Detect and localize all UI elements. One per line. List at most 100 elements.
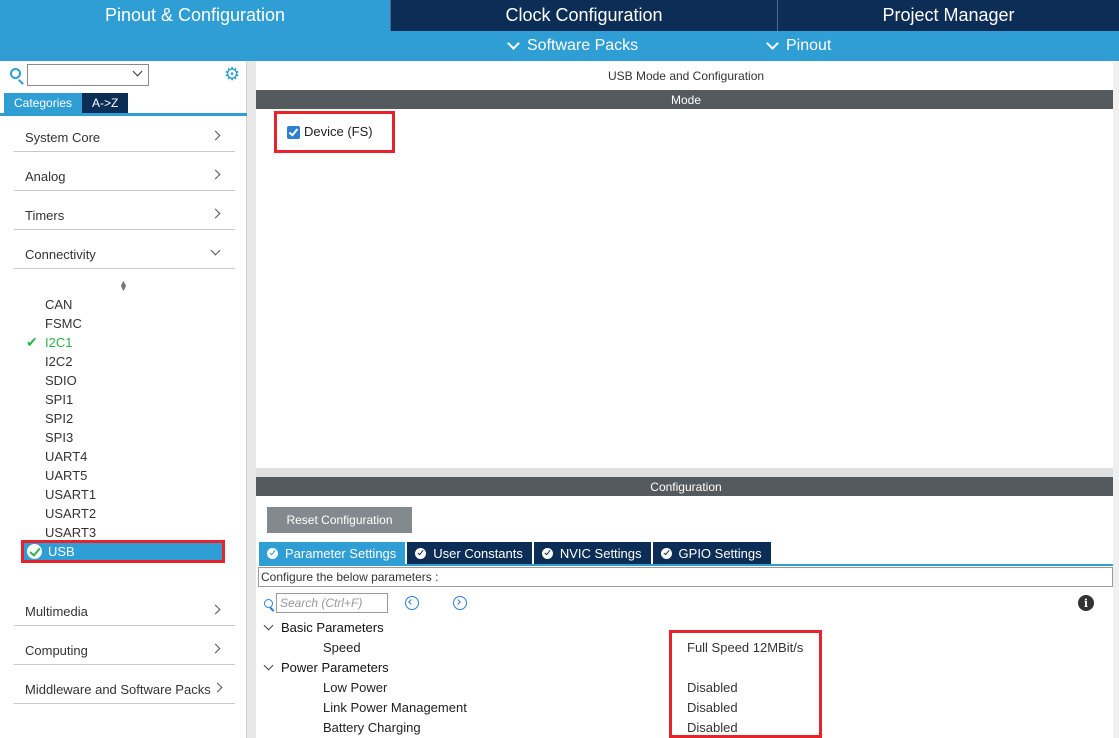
peripheral-fsmc[interactable]: FSMC xyxy=(45,316,82,331)
device-fs-highlight: Device (FS) xyxy=(274,111,395,153)
chevron-down-icon[interactable] xyxy=(263,660,274,671)
category-system-core[interactable]: System Core xyxy=(14,114,235,152)
category-label: Middleware and Software Packs xyxy=(25,682,211,697)
tab-nvic-settings[interactable]: NVIC Settings xyxy=(533,542,653,564)
sub-menu-bar: Software Packs Pinout xyxy=(0,31,1119,61)
param-speed: Speed xyxy=(323,640,361,655)
check-circle-icon xyxy=(267,547,278,559)
category-label: Computing xyxy=(25,643,88,658)
category-label: Analog xyxy=(25,169,66,184)
parameter-search-input[interactable]: Search (Ctrl+F) xyxy=(276,593,388,613)
software-packs-label: Software Packs xyxy=(527,37,639,54)
search-previous-button[interactable] xyxy=(405,596,419,610)
check-circle-icon xyxy=(27,544,42,559)
tab-gpio-settings[interactable]: GPIO Settings xyxy=(652,542,773,564)
peripheral-spi3[interactable]: SPI3 xyxy=(45,430,73,445)
tab-categories[interactable]: Categories xyxy=(4,93,83,113)
tab-label: GPIO Settings xyxy=(678,545,762,561)
category-tabs: Categories A->Z xyxy=(4,93,129,113)
search-next-button[interactable] xyxy=(453,596,467,610)
chevron-left-icon xyxy=(408,599,414,605)
configure-instructions: Configure the below parameters : xyxy=(258,567,1113,587)
chevron-right-icon xyxy=(210,169,221,180)
tab-label: NVIC Settings xyxy=(559,545,642,561)
peripheral-usb-highlight[interactable]: USB xyxy=(21,540,225,563)
mode-header: Mode xyxy=(256,90,1116,109)
peripheral-usart1[interactable]: USART1 xyxy=(45,487,96,502)
chevron-down-icon xyxy=(210,245,221,256)
peripheral-spi2[interactable]: SPI2 xyxy=(45,411,73,426)
tab-parameter-settings[interactable]: Parameter Settings xyxy=(259,542,408,564)
tab-clock-configuration[interactable]: Clock Configuration xyxy=(390,0,777,31)
chevron-down-icon[interactable] xyxy=(132,66,143,77)
reset-configuration-button[interactable]: Reset Configuration xyxy=(267,507,412,533)
peripheral-can[interactable]: CAN xyxy=(45,297,72,312)
category-connectivity[interactable]: Connectivity xyxy=(14,231,235,269)
category-label: Timers xyxy=(25,208,65,223)
category-label: Connectivity xyxy=(25,247,96,262)
chevron-right-icon xyxy=(210,208,221,219)
peripheral-i2c1[interactable]: I2C1 xyxy=(45,335,72,350)
category-computing[interactable]: Computing xyxy=(14,627,235,665)
chevron-down-icon xyxy=(766,37,779,50)
category-multimedia[interactable]: Multimedia xyxy=(14,588,235,626)
gear-icon[interactable]: ⚙ xyxy=(224,65,242,83)
tab-a-to-z[interactable]: A->Z xyxy=(82,93,129,113)
category-label: Multimedia xyxy=(25,604,88,619)
peripheral-sdio[interactable]: SDIO xyxy=(45,373,77,388)
category-label: System Core xyxy=(25,130,101,145)
peripheral-spi1[interactable]: SPI1 xyxy=(45,392,73,407)
check-icon: ✔ xyxy=(26,334,38,350)
check-circle-icon xyxy=(415,547,427,559)
search-icon xyxy=(264,599,273,608)
category-analog[interactable]: Analog xyxy=(14,153,235,191)
parameter-tabs: Parameter Settings User Constants NVIC S… xyxy=(259,542,773,564)
chevron-right-icon xyxy=(210,604,221,615)
software-packs-menu[interactable]: Software Packs xyxy=(507,31,639,61)
peripheral-i2c2[interactable]: I2C2 xyxy=(45,354,72,369)
chevron-right-icon xyxy=(210,130,221,141)
group-power-parameters[interactable]: Power Parameters xyxy=(281,660,389,675)
device-fs-label[interactable]: Device (FS) xyxy=(304,124,373,139)
left-panel: ⚙ Categories A->Z System Core Analog Tim… xyxy=(0,61,247,738)
chevron-down-icon xyxy=(507,37,520,50)
left-search-row: ⚙ xyxy=(0,61,247,91)
param-battery-charging: Battery Charging xyxy=(323,720,421,735)
chevron-right-icon xyxy=(210,643,221,654)
info-icon[interactable]: i xyxy=(1078,595,1094,611)
tab-underline xyxy=(259,564,1113,566)
panel-splitter-horizontal[interactable] xyxy=(256,468,1119,477)
param-link-power-management: Link Power Management xyxy=(323,700,467,715)
tab-user-constants[interactable]: User Constants xyxy=(407,542,534,564)
sort-icon[interactable]: ▲ ▼ xyxy=(119,279,128,293)
search-combo[interactable] xyxy=(27,64,149,86)
right-scrollbar[interactable] xyxy=(1113,61,1119,738)
panel-splitter[interactable] xyxy=(247,61,256,738)
peripheral-usb[interactable]: USB xyxy=(48,544,75,559)
category-middleware[interactable]: Middleware and Software Packs xyxy=(14,666,235,704)
pinout-label: Pinout xyxy=(786,37,832,54)
check-circle-icon xyxy=(541,547,553,559)
chevron-down-icon[interactable] xyxy=(263,620,274,631)
tab-pinout-configuration[interactable]: Pinout & Configuration xyxy=(0,0,390,31)
tab-project-manager[interactable]: Project Manager xyxy=(777,0,1119,31)
tab-label: Parameter Settings xyxy=(285,545,397,561)
tab-label: User Constants xyxy=(433,545,523,561)
chevron-right-icon xyxy=(212,682,223,693)
peripheral-usart2[interactable]: USART2 xyxy=(45,506,96,521)
values-highlight xyxy=(669,630,822,738)
main-tab-bar: Pinout & Configuration Clock Configurati… xyxy=(0,0,1119,31)
search-icon xyxy=(10,68,21,79)
param-low-power: Low Power xyxy=(323,680,388,695)
configuration-header: Configuration xyxy=(256,477,1116,496)
peripheral-usb-selected[interactable]: USB xyxy=(24,543,222,560)
chevron-right-icon xyxy=(455,599,461,605)
pinout-menu[interactable]: Pinout xyxy=(766,31,832,61)
check-circle-icon xyxy=(660,547,672,559)
category-timers[interactable]: Timers xyxy=(14,192,235,230)
peripheral-uart5[interactable]: UART5 xyxy=(45,468,87,483)
peripheral-uart4[interactable]: UART4 xyxy=(45,449,87,464)
peripheral-usart3[interactable]: USART3 xyxy=(45,525,96,540)
group-basic-parameters[interactable]: Basic Parameters xyxy=(281,620,384,635)
device-fs-checkbox[interactable] xyxy=(287,126,300,139)
